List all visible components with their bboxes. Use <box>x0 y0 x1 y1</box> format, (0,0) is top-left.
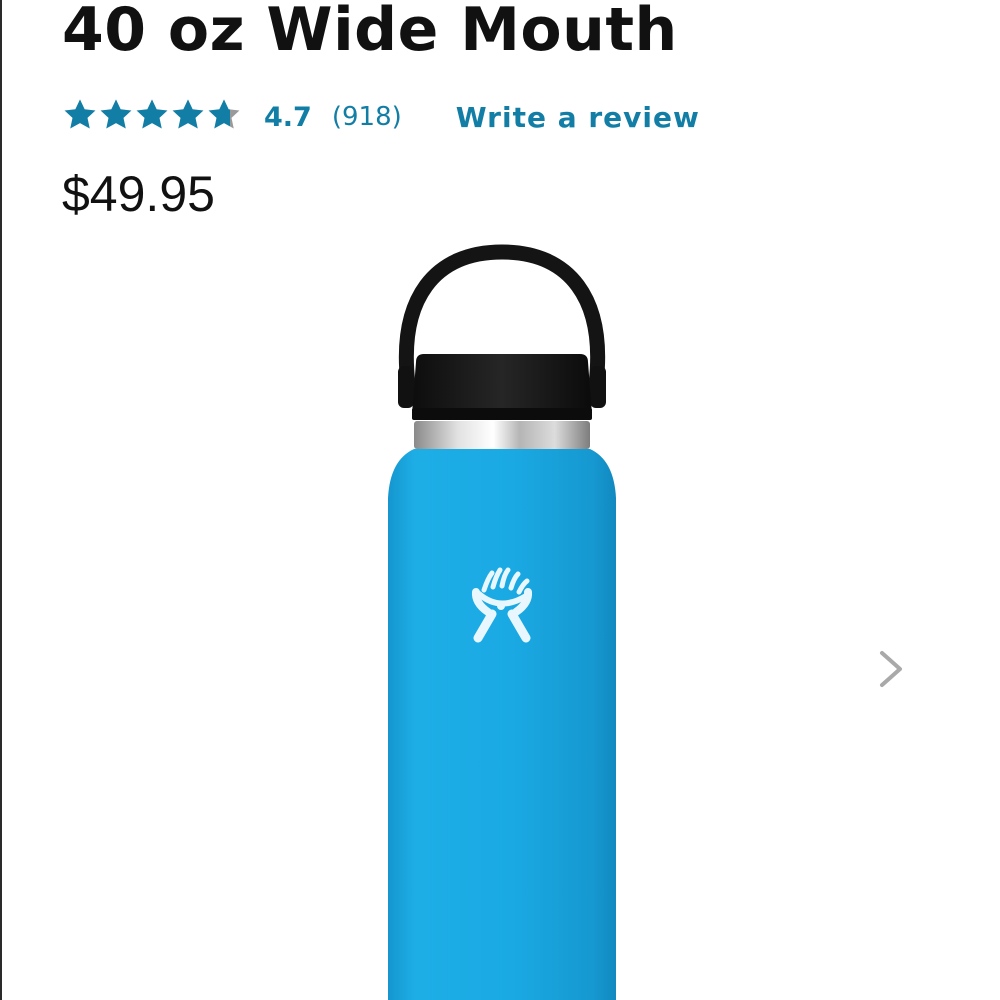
rating-value: 4.7 <box>264 101 312 133</box>
cap-lug-left <box>398 366 414 408</box>
product-image[interactable] <box>230 228 775 1000</box>
product-price: $49.95 <box>62 166 215 222</box>
bottle-cap <box>412 354 592 414</box>
cap-lug-right <box>590 366 606 408</box>
star-icon <box>172 99 204 129</box>
star-icon <box>64 99 96 129</box>
star-icon <box>208 99 240 129</box>
review-count[interactable]: (918) <box>332 102 402 132</box>
write-review-link[interactable]: Write a review <box>456 101 700 134</box>
rating-row: 4.7 (918) Write a review <box>62 95 700 139</box>
star-icon <box>136 99 168 129</box>
cap-rim <box>412 408 592 420</box>
left-edge-border <box>0 0 2 1000</box>
bottle-illustration <box>388 244 616 1000</box>
product-title: 40 oz Wide Mouth <box>62 0 678 65</box>
next-image-chevron-icon[interactable] <box>870 645 914 693</box>
rating-stars[interactable] <box>62 97 244 137</box>
bottle-body <box>388 449 616 1000</box>
steel-neck-ring <box>414 421 590 449</box>
star-icon <box>100 99 132 129</box>
